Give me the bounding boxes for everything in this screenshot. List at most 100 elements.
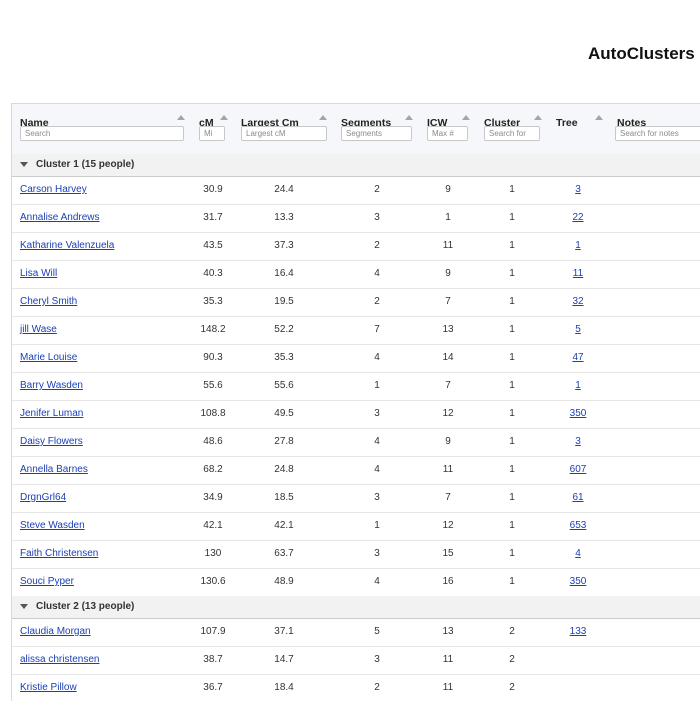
match-name-link[interactable]: DrgnGrl64 (20, 492, 66, 503)
tree-link[interactable]: 47 (572, 352, 583, 363)
icw-cell: 7 (445, 296, 451, 307)
segments-cell: 3 (374, 548, 380, 559)
cluster-search-input[interactable] (484, 126, 540, 141)
column-header-tree[interactable]: Tree (556, 113, 578, 131)
cm-cell: 107.9 (200, 626, 226, 637)
match-name-link[interactable]: Cheryl Smith (20, 296, 77, 307)
match-name-link[interactable]: Souci Pyper (20, 576, 74, 587)
table-row: Katharine Valenzuela 43.5 37.3 2 11 1 1 (12, 232, 700, 261)
segments-cell: 2 (374, 184, 380, 195)
icw-cell: 13 (442, 324, 454, 335)
segments-cell: 3 (374, 408, 380, 419)
tree-link[interactable]: 61 (572, 492, 583, 503)
match-name-link[interactable]: Faith Christensen (20, 548, 98, 559)
cluster-cell: 1 (509, 436, 515, 447)
collapse-caret-icon[interactable] (20, 162, 28, 167)
segments-cell: 7 (374, 324, 380, 335)
match-name-link[interactable]: Annella Barnes (20, 464, 88, 475)
notes-search-input[interactable] (615, 126, 700, 141)
icw-cell: 11 (442, 240, 454, 251)
name-search-input[interactable] (20, 126, 184, 141)
match-name-cell: Jenifer Luman (20, 408, 83, 419)
icw-cell: 9 (445, 184, 451, 195)
tree-link[interactable]: 3 (575, 436, 581, 447)
tree-link[interactable]: 3 (575, 184, 581, 195)
sort-arrow-icon[interactable] (534, 115, 542, 120)
cluster-group-label: Cluster 2 (13 people) (36, 601, 135, 612)
tree-link[interactable]: 1 (575, 240, 581, 251)
match-name-link[interactable]: Claudia Morgan (20, 626, 91, 637)
match-name-link[interactable]: Carson Harvey (20, 184, 87, 195)
match-name-cell: Marie Louise (20, 352, 77, 363)
tree-cell: 22 (558, 212, 598, 223)
icw-cell: 9 (445, 268, 451, 279)
segments-cell: 4 (374, 576, 380, 587)
cluster-group-header[interactable]: Cluster 1 (15 people) (12, 154, 700, 177)
tree-cell: 61 (558, 492, 598, 503)
icw-cell: 12 (442, 408, 454, 419)
sort-arrow-icon[interactable] (177, 115, 185, 120)
cluster-cell: 1 (509, 212, 515, 223)
cluster-group-header[interactable]: Cluster 2 (13 people) (12, 596, 700, 619)
sort-arrow-icon[interactable] (319, 115, 327, 120)
tree-link[interactable]: 4 (575, 548, 581, 559)
cluster-cell: 1 (509, 240, 515, 251)
tree-cell: 653 (558, 520, 598, 531)
cm-cell: 108.8 (200, 408, 226, 419)
largest-cell: 14.7 (274, 654, 294, 665)
sort-arrow-icon[interactable] (462, 115, 470, 120)
match-name-link[interactable]: Daisy Flowers (20, 436, 83, 447)
tree-link[interactable]: 350 (570, 576, 587, 587)
match-name-link[interactable]: Barry Wasden (20, 380, 83, 391)
match-name-link[interactable]: Katharine Valenzuela (20, 240, 114, 251)
match-name-link[interactable]: Jenifer Luman (20, 408, 83, 419)
cm-min-input[interactable] (199, 126, 225, 141)
tree-link[interactable]: 5 (575, 324, 581, 335)
segments-cell: 3 (374, 492, 380, 503)
largest-cell: 37.3 (274, 240, 294, 251)
segments-cell: 4 (374, 352, 380, 363)
cm-cell: 30.9 (203, 184, 223, 195)
segments-cell: 4 (374, 464, 380, 475)
tree-link[interactable]: 22 (572, 212, 583, 223)
icw-cell: 7 (445, 380, 451, 391)
tree-link[interactable]: 1 (575, 380, 581, 391)
match-name-cell: Annella Barnes (20, 464, 88, 475)
largest-cell: 16.4 (274, 268, 294, 279)
match-name-cell: Annalise Andrews (20, 212, 100, 223)
match-name-link[interactable]: jill Wase (20, 324, 57, 335)
tree-cell: 11 (558, 268, 598, 279)
sort-arrow-icon[interactable] (595, 115, 603, 120)
match-name-link[interactable]: Annalise Andrews (20, 212, 100, 223)
table-row: Souci Pyper 130.6 48.9 4 16 1 350 (12, 568, 700, 597)
cluster-cell: 1 (509, 408, 515, 419)
largest-cm-input[interactable] (241, 126, 327, 141)
segments-input[interactable] (341, 126, 412, 141)
match-name-link[interactable]: alissa christensen (20, 654, 99, 665)
tree-link[interactable]: 350 (570, 408, 587, 419)
cm-cell: 148.2 (200, 324, 226, 335)
tree-link[interactable]: 607 (570, 464, 587, 475)
icw-max-input[interactable] (427, 126, 468, 141)
table-row: Faith Christensen 130 63.7 3 15 1 4 (12, 540, 700, 569)
match-name-cell: Kristie Pillow (20, 682, 77, 693)
icw-cell: 9 (445, 436, 451, 447)
match-name-link[interactable]: Marie Louise (20, 352, 77, 363)
segments-cell: 4 (374, 268, 380, 279)
sort-arrow-icon[interactable] (220, 115, 228, 120)
match-name-cell: Cheryl Smith (20, 296, 77, 307)
match-name-link[interactable]: Steve Wasden (20, 520, 85, 531)
match-name-link[interactable]: Lisa Will (20, 268, 57, 279)
table-row: Annalise Andrews 31.7 13.3 3 1 1 22 (12, 204, 700, 233)
tree-link[interactable]: 32 (572, 296, 583, 307)
cm-cell: 43.5 (203, 240, 223, 251)
tree-link[interactable]: 11 (573, 268, 583, 279)
tree-link[interactable]: 653 (570, 520, 587, 531)
cluster-cell: 1 (509, 268, 515, 279)
matches-table: Name cM Largest Cm Segments ICW Cluster (11, 103, 700, 701)
sort-arrow-icon[interactable] (405, 115, 413, 120)
tree-link[interactable]: 133 (570, 626, 587, 637)
match-name-cell: Daisy Flowers (20, 436, 83, 447)
match-name-link[interactable]: Kristie Pillow (20, 682, 77, 693)
collapse-caret-icon[interactable] (20, 604, 28, 609)
